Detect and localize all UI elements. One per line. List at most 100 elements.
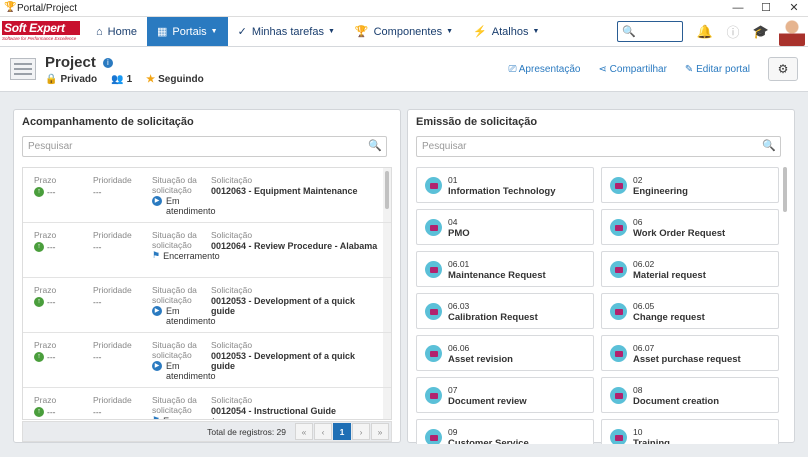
- nav-home[interactable]: ⌂ Home: [86, 17, 147, 46]
- solicitacao-value[interactable]: 0012053 - Development of a quick guide: [211, 296, 381, 316]
- solicitacao-value[interactable]: 0012063 - Equipment Maintenance: [211, 186, 381, 196]
- nav-portais[interactable]: ▦ Portais ▼: [147, 17, 228, 46]
- prazo-value: ---: [47, 242, 56, 252]
- table-row[interactable]: Prazo ↑ --- Prioridade --- Situação da solici…: [23, 388, 391, 419]
- avatar[interactable]: [779, 17, 805, 46]
- members-count[interactable]: 👥 1: [111, 74, 132, 85]
- chevron-down-icon: ▼: [446, 28, 454, 35]
- bell-icon[interactable]: 🔔: [691, 24, 719, 40]
- close-icon[interactable]: ✕: [780, 0, 808, 16]
- search-input[interactable]: Pesquisar 🔍: [22, 136, 387, 157]
- prazo-label: Prazo: [34, 340, 57, 350]
- process-name: Training: [633, 438, 670, 444]
- process-card[interactable]: 01 Information Technology: [416, 167, 594, 203]
- minimize-icon[interactable]: —: [724, 0, 752, 16]
- process-name: Material request: [633, 270, 706, 281]
- process-name: Document review: [448, 396, 527, 407]
- settings-button[interactable]: ⚙: [768, 57, 798, 81]
- flag-icon: ⚑: [152, 250, 161, 260]
- project-header: Project i 🔒 Privado 👥 1 ★ Seguindo ⎚ Aprese…: [0, 47, 808, 92]
- process-number: 01: [448, 175, 458, 185]
- share-label: Compartilhar: [609, 63, 667, 75]
- nav-componentes[interactable]: 🏆 Componentes ▼: [345, 17, 463, 46]
- process-card[interactable]: 06.07 Asset purchase request: [601, 335, 779, 371]
- follow-toggle[interactable]: ★ Seguindo: [146, 74, 204, 85]
- search-icon[interactable]: 🔍: [368, 137, 382, 156]
- edit-portal-link[interactable]: ✎ Editar portal: [685, 64, 750, 75]
- trophy-icon: 🏆: [4, 2, 17, 13]
- search-icon: 🔍: [622, 26, 636, 38]
- solicitacao-value[interactable]: 0012054 - Instructional Guide: [211, 406, 381, 416]
- process-card[interactable]: 09 Customer Service: [416, 419, 594, 444]
- presentation-link[interactable]: ⎚ Apresentação: [509, 64, 581, 75]
- global-search-input[interactable]: 🔍: [617, 21, 683, 42]
- process-card[interactable]: 06.06 Asset revision: [416, 335, 594, 371]
- process-number: 06.06: [448, 343, 470, 353]
- request-issuing-panel: Emissão de solicitação Pesquisar 🔍 01 Inf…: [407, 109, 795, 444]
- process-card[interactable]: 06.01 Maintenance Request: [416, 251, 594, 287]
- maximize-icon[interactable]: ☐: [752, 0, 780, 16]
- process-name: Engineering: [633, 186, 688, 197]
- process-card[interactable]: 06 Work Order Request: [601, 209, 779, 245]
- first-page-button[interactable]: «: [295, 423, 313, 440]
- last-page-button[interactable]: »: [371, 423, 389, 440]
- info-icon[interactable]: i: [102, 57, 113, 68]
- edit-portal-label: Editar portal: [696, 63, 750, 75]
- prazo-label: Prazo: [34, 285, 57, 295]
- help-icon[interactable]: ⓘ: [719, 22, 747, 41]
- search-icon[interactable]: 🔍: [762, 137, 776, 156]
- process-card[interactable]: 10 Training: [601, 419, 779, 444]
- members-label: 1: [126, 73, 133, 85]
- situacao-value: Em atendimento: [166, 196, 216, 216]
- solicitacao-value[interactable]: 0012053 - Development of a quick guide: [211, 351, 381, 371]
- next-page-button[interactable]: ›: [352, 423, 370, 440]
- arrow-up-icon: ↑: [34, 187, 44, 197]
- process-card[interactable]: 06.02 Material request: [601, 251, 779, 287]
- window-titlebar: 🏆 Portal/Project — ☐ ✕: [0, 0, 808, 17]
- table-row[interactable]: Prazo ↑ --- Prioridade --- Situação da solici…: [23, 223, 391, 278]
- lock-icon: 🔒: [45, 73, 58, 85]
- nav-atalhos[interactable]: ⚡ Atalhos ▼: [463, 17, 549, 46]
- prioridade-label: Prioridade: [93, 230, 132, 240]
- process-card[interactable]: 06.05 Change request: [601, 293, 779, 329]
- logo-main: Soft Expert: [2, 21, 80, 35]
- process-number: 02: [633, 175, 643, 185]
- arrow-up-icon: ↑: [34, 297, 44, 307]
- solicitacao-value[interactable]: 0012064 - Review Procedure - Alabama: [211, 241, 381, 251]
- situacao-label: Situação da solicitação: [152, 395, 197, 415]
- situacao-label: Situação da solicitação: [152, 230, 197, 250]
- arrow-up-icon: ↑: [34, 407, 44, 417]
- process-card[interactable]: 08 Document creation: [601, 377, 779, 413]
- grid-scrollbar[interactable]: [783, 167, 787, 212]
- request-list: Prazo ↑ --- Prioridade --- Situação da solici…: [22, 167, 392, 420]
- logo-tagline: Software for Performance Excellence: [2, 36, 77, 41]
- process-card[interactable]: 04 PMO: [416, 209, 594, 245]
- process-card[interactable]: 07 Document review: [416, 377, 594, 413]
- search-input[interactable]: Pesquisar 🔍: [416, 136, 781, 157]
- check-icon: ✓: [237, 26, 247, 38]
- home-icon: ⌂: [96, 25, 103, 38]
- process-card[interactable]: 06.03 Calibration Request: [416, 293, 594, 329]
- prioridade-label: Prioridade: [93, 340, 132, 350]
- process-icon: [610, 429, 627, 444]
- process-card[interactable]: 02 Engineering: [601, 167, 779, 203]
- nav-minhas-tarefas-label: Minhas tarefas: [251, 25, 324, 38]
- page-1-button[interactable]: 1: [333, 423, 351, 440]
- nav-atalhos-label: Atalhos: [491, 25, 529, 38]
- pencil-icon: ✎: [684, 63, 694, 75]
- prev-page-button[interactable]: ‹: [314, 423, 332, 440]
- process-name: Maintenance Request: [448, 270, 546, 281]
- nav-minhas-tarefas[interactable]: ✓ Minhas tarefas ▼: [228, 17, 345, 46]
- table-row[interactable]: Prazo ↑ --- Prioridade --- Situação da solici…: [23, 168, 391, 223]
- window-controls: — ☐ ✕: [724, 0, 808, 16]
- situacao-label: Situação da solicitação: [152, 285, 197, 305]
- users-icon: 👥: [111, 73, 124, 85]
- solicitacao-label: Solicitação: [211, 175, 253, 185]
- table-row[interactable]: Prazo ↑ --- Prioridade --- Situação da solici…: [23, 278, 391, 333]
- table-row[interactable]: Prazo ↑ --- Prioridade --- Situação da solici…: [23, 333, 391, 388]
- bolt-icon: ⚡: [473, 26, 487, 38]
- graduation-cap-icon[interactable]: 🎓: [747, 24, 775, 40]
- privacy-badge: 🔒 Privado: [45, 74, 97, 85]
- softexpert-logo[interactable]: Soft Expert Software for Performance Exc…: [0, 17, 86, 46]
- share-link[interactable]: ⋖ Compartilhar: [598, 64, 666, 75]
